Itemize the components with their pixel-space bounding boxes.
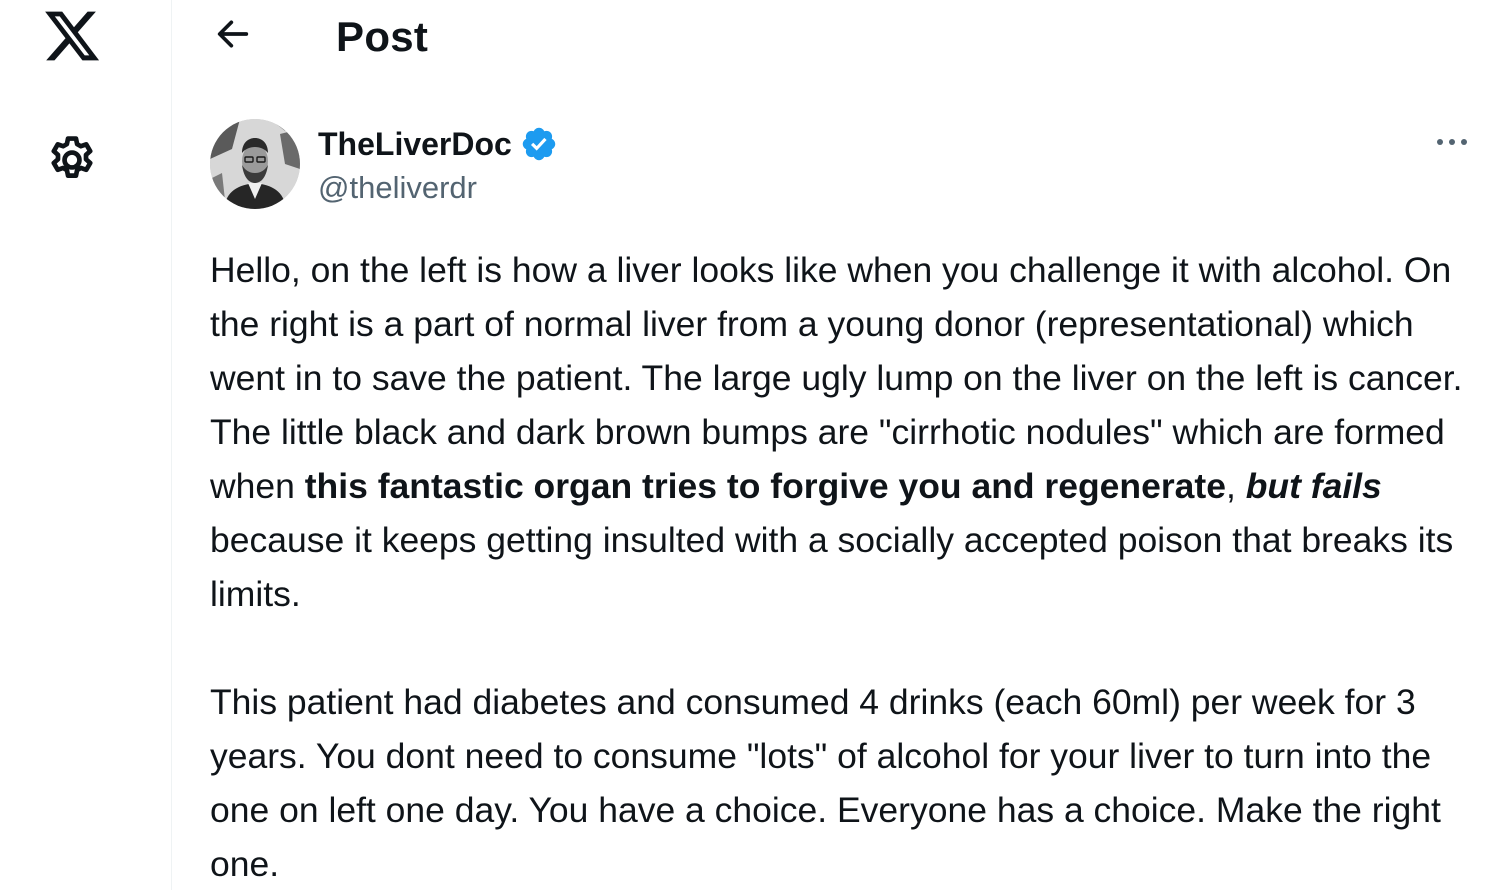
post-text-bold: this fantastic organ tries to forgive yo…	[304, 466, 1226, 506]
gear-icon[interactable]	[44, 132, 100, 188]
arrow-left-icon	[217, 20, 249, 48]
post-text-bold-italic: but fails	[1245, 466, 1382, 506]
post-text-segment: because it keeps getting insulted with a…	[210, 520, 1454, 614]
post-text-segment: ,	[1225, 466, 1246, 506]
more-options-button[interactable]	[1426, 122, 1478, 162]
main-column: Post TheLiverDoc @theliverdr Hello, on t…	[173, 0, 1486, 890]
x-logo-icon[interactable]	[40, 6, 104, 66]
left-nav-rail	[0, 0, 172, 890]
post-paragraph-2: This patient had diabetes and consumed 4…	[210, 682, 1441, 884]
author-handle[interactable]: @theliverdr	[318, 168, 477, 208]
avatar[interactable]	[210, 119, 300, 209]
more-horizontal-icon	[1437, 139, 1467, 145]
post-paragraph-1: Hello, on the left is how a liver looks …	[210, 243, 1486, 621]
author-display-name[interactable]: TheLiverDoc	[318, 124, 512, 164]
author-name-row[interactable]: TheLiverDoc	[318, 124, 558, 164]
post-text: Hello, on the left is how a liver looks …	[210, 243, 1486, 891]
page-title: Post	[336, 13, 429, 60]
verified-badge-icon[interactable]	[520, 125, 558, 163]
back-button[interactable]	[209, 12, 257, 56]
